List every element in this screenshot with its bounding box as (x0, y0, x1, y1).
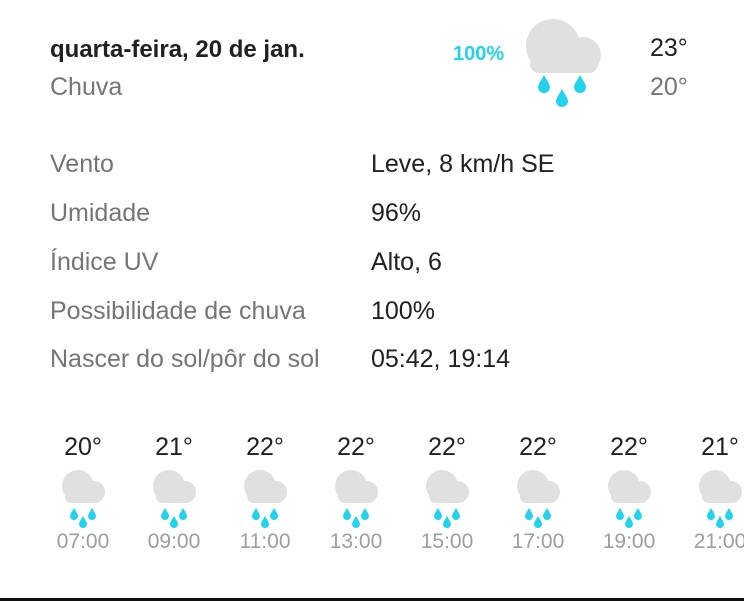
high-temperature: 23° (650, 34, 688, 62)
hourly-item: 21° 09:00 (129, 430, 219, 554)
detail-label: Nascer do sol/pôr do sol (50, 345, 320, 373)
hourly-temperature: 20° (64, 433, 102, 461)
detail-label: Possibilidade de chuva (50, 297, 306, 325)
rain-cloud-icon (699, 470, 742, 528)
detail-value: Alto, 6 (371, 248, 442, 276)
rain-cloud-icon (62, 470, 105, 528)
hourly-temperature: 21° (701, 433, 739, 461)
hourly-item: 20° 07:00 (38, 430, 128, 554)
hourly-time: 15:00 (420, 530, 474, 553)
detail-label: Umidade (50, 199, 151, 227)
hourly-temperature: 22° (246, 433, 284, 461)
hourly-temperature: 22° (428, 433, 466, 461)
detail-value: 100% (371, 297, 435, 325)
hourly-item: 22° 11:00 (220, 430, 310, 554)
rain-cloud-icon (526, 19, 601, 107)
rain-cloud-icon (608, 470, 651, 528)
hourly-item: 21° 21:00 (675, 430, 744, 554)
rain-cloud-icon (153, 470, 196, 528)
hourly-forecast: 20° 07:00 21° 09:00 22° 11:00 22° 13:00 … (0, 430, 744, 570)
rain-cloud-icon (517, 470, 560, 528)
detail-label: Vento (50, 150, 114, 178)
hourly-item: 22° 15:00 (402, 430, 492, 554)
hourly-temperature: 22° (610, 433, 648, 461)
low-temperature: 20° (650, 73, 688, 101)
detail-label: Índice UV (50, 248, 159, 276)
hourly-temperature: 21° (155, 433, 193, 461)
hourly-time: 11:00 (239, 530, 291, 553)
hourly-time: 21:00 (693, 530, 744, 553)
hourly-temperature: 22° (519, 433, 557, 461)
hourly-time: 13:00 (329, 530, 383, 553)
hourly-time: 19:00 (602, 530, 656, 553)
precipitation-chance: 100% (453, 43, 505, 65)
weather-day-card: quarta-feira, 20 de jan. Chuva 100% 23° … (0, 0, 744, 601)
hourly-time: 17:00 (511, 530, 565, 553)
hourly-item: 22° 13:00 (311, 430, 401, 554)
hourly-time: 09:00 (147, 530, 201, 553)
detail-value: 96% (371, 199, 422, 227)
rain-cloud-icon (335, 470, 378, 528)
date-heading: quarta-feira, 20 de jan. (50, 36, 305, 63)
detail-value: Leve, 8 km/h SE (371, 150, 555, 178)
hourly-item: 22° 17:00 (493, 430, 583, 554)
condition-text: Chuva (50, 73, 123, 101)
hourly-time: 07:00 (56, 530, 110, 553)
rain-cloud-icon (426, 470, 469, 528)
hourly-item: 22° 19:00 (584, 430, 674, 554)
detail-value: 05:42, 19:14 (371, 345, 511, 373)
hourly-temperature: 22° (337, 433, 375, 461)
rain-cloud-icon (244, 470, 287, 528)
